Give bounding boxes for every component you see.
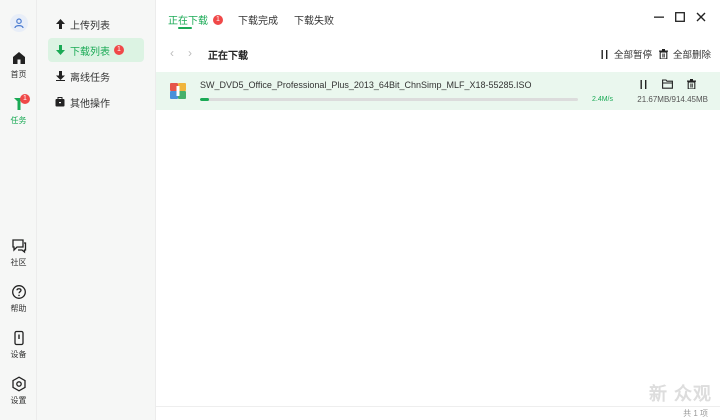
- rail-item-tasks[interactable]: 1 任务: [0, 94, 37, 126]
- rail-item-devices[interactable]: 设备: [0, 330, 37, 360]
- settings-icon: [11, 376, 26, 392]
- list-toolbar: ‹ › 正在下载 全部暂停 全部删除: [156, 42, 720, 64]
- footer-divider: [156, 406, 720, 407]
- pause-icon: [640, 79, 646, 89]
- delete-button[interactable]: [684, 77, 698, 91]
- user-avatar[interactable]: [0, 14, 37, 32]
- close-button[interactable]: [694, 10, 708, 24]
- maximize-icon: [675, 12, 685, 22]
- sidebar-label: 下载列表: [70, 46, 110, 58]
- device-icon: [13, 330, 24, 346]
- rail-item-community[interactable]: 社区: [0, 238, 37, 268]
- toolbox-icon: [54, 97, 66, 107]
- sidebar-label: 离线任务: [70, 72, 110, 84]
- minimize-button[interactable]: [652, 10, 666, 24]
- rail-item-settings[interactable]: 设置: [0, 376, 37, 406]
- file-name: SW_DVD5_Office_Professional_Plus_2013_64…: [200, 80, 532, 90]
- sidebar-item-other-actions[interactable]: 其他操作: [48, 90, 144, 114]
- tab-badge: 1: [213, 14, 223, 25]
- main-panel: 正在下载 1 下载完成 下载失败 ‹ › 正在下载 全部暂停 全部删除 SW_D…: [156, 0, 720, 420]
- rail-item-help[interactable]: 帮助: [0, 284, 37, 314]
- help-icon: [11, 285, 26, 299]
- rail-label-devices: 设备: [10, 350, 27, 359]
- progress-fill: [200, 98, 210, 101]
- user-icon: [9, 14, 28, 32]
- section-title: 正在下载: [208, 51, 248, 62]
- maximize-button[interactable]: [673, 10, 687, 24]
- tab-failed[interactable]: 下载失败: [294, 12, 334, 27]
- tab-label: 下载完成: [238, 16, 278, 27]
- arrow-up-icon: [54, 19, 66, 29]
- tab-completed[interactable]: 下载完成: [238, 12, 278, 27]
- forward-arrow-icon[interactable]: ›: [188, 46, 192, 60]
- rail-label-help: 帮助: [10, 304, 27, 313]
- active-tab-indicator: [178, 27, 192, 29]
- rail-item-home[interactable]: 首页: [0, 50, 37, 80]
- delete-all-button[interactable]: 全部删除: [659, 47, 711, 61]
- rail-label-tasks: 任务: [10, 116, 27, 125]
- pause-button[interactable]: [636, 77, 650, 91]
- download-badge: 1: [114, 45, 124, 55]
- download-tabs: 正在下载 1 下载完成 下载失败: [156, 0, 720, 36]
- progress-bar: [200, 98, 578, 101]
- folder-icon: [661, 79, 673, 89]
- sidebar-label: 其他操作: [70, 98, 110, 110]
- sidebar-item-upload-list[interactable]: 上传列表: [48, 12, 144, 36]
- pause-all-button[interactable]: 全部暂停: [600, 47, 652, 61]
- back-arrow-icon[interactable]: ‹: [170, 46, 174, 60]
- open-folder-button[interactable]: [660, 77, 674, 91]
- watermark: 新 众观: [648, 384, 712, 404]
- sidebar-item-download-list[interactable]: 下载列表 1: [48, 38, 144, 62]
- sidebar-label: 上传列表: [70, 20, 110, 32]
- offline-download-icon: [54, 71, 66, 81]
- download-size: 21.67MB/914.45MB: [637, 95, 708, 104]
- rail-label-home: 首页: [10, 70, 27, 79]
- task-sidebar: 上传列表 下载列表 1 离线任务 其他操作: [37, 0, 156, 420]
- trash-icon: [659, 49, 668, 59]
- home-icon: [12, 52, 25, 64]
- minimize-icon: [654, 16, 664, 18]
- pause-all-label: 全部暂停: [614, 50, 653, 61]
- archive-file-icon: [170, 83, 186, 99]
- rail-label-settings: 设置: [10, 396, 27, 405]
- trash-icon: [686, 79, 696, 89]
- sidebar-item-offline-tasks[interactable]: 离线任务: [48, 64, 144, 88]
- item-count: 共 1 项: [683, 409, 708, 418]
- nav-rail: 首页 1 任务 社区 帮助 设备 设置: [0, 0, 37, 420]
- pause-icon: [601, 49, 608, 59]
- chat-icon: [11, 239, 26, 254]
- close-icon: [696, 12, 706, 22]
- download-speed: 2.4M/s: [592, 96, 614, 103]
- tab-label: 正在下载: [168, 16, 208, 27]
- tab-downloading[interactable]: 正在下载 1: [168, 12, 223, 27]
- delete-all-label: 全部删除: [673, 50, 712, 61]
- tasks-badge: 1: [20, 94, 30, 104]
- download-row[interactable]: SW_DVD5_Office_Professional_Plus_2013_64…: [156, 72, 720, 110]
- tab-label: 下载失败: [294, 16, 334, 27]
- arrow-down-icon: [54, 45, 66, 55]
- rail-label-community: 社区: [10, 258, 27, 267]
